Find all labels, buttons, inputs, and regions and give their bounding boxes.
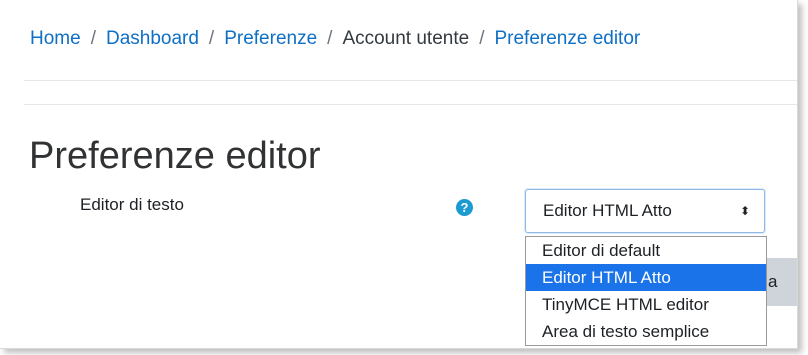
breadcrumb-separator: / bbox=[208, 28, 215, 49]
page-title: Preferenze editor bbox=[29, 135, 321, 177]
editor-select[interactable]: Editor HTML Atto ⬍ bbox=[525, 189, 765, 233]
option-editor-di-default[interactable]: Editor di default bbox=[526, 237, 766, 264]
option-area-di-testo-semplice[interactable]: Area di testo semplice bbox=[526, 318, 766, 345]
breadcrumb-account-utente: Account utente bbox=[342, 28, 470, 49]
option-tinymce-html-editor[interactable]: TinyMCE HTML editor bbox=[526, 291, 766, 318]
breadcrumb-separator: / bbox=[479, 28, 485, 49]
header-divider bbox=[24, 80, 797, 81]
editor-field-label: Editor di testo bbox=[80, 195, 184, 214]
editor-select-value: Editor HTML Atto bbox=[543, 201, 672, 220]
breadcrumb-preferenze[interactable]: Preferenze bbox=[224, 28, 317, 49]
page-viewport: Home / Dashboard / Preferenze / Account utente… bbox=[0, 0, 798, 349]
breadcrumb: Home / Dashboard / Preferenze / Account utente… bbox=[30, 26, 640, 52]
select-arrows-icon: ⬍ bbox=[739, 204, 750, 218]
save-button-label: a bbox=[768, 272, 778, 291]
option-editor-html-atto[interactable]: Editor HTML Atto bbox=[526, 264, 766, 291]
breadcrumb-preferenze-editor[interactable]: Preferenze editor bbox=[494, 28, 640, 49]
editor-select-dropdown: Editor di default Editor HTML Atto TinyM… bbox=[525, 236, 767, 346]
breadcrumb-dashboard[interactable]: Dashboard bbox=[106, 28, 199, 49]
content-divider bbox=[24, 104, 797, 105]
breadcrumb-separator: / bbox=[327, 28, 333, 49]
breadcrumb-home[interactable]: Home bbox=[30, 28, 81, 49]
breadcrumb-separator: / bbox=[90, 28, 96, 49]
question-circle-icon[interactable]: ? bbox=[456, 199, 473, 216]
